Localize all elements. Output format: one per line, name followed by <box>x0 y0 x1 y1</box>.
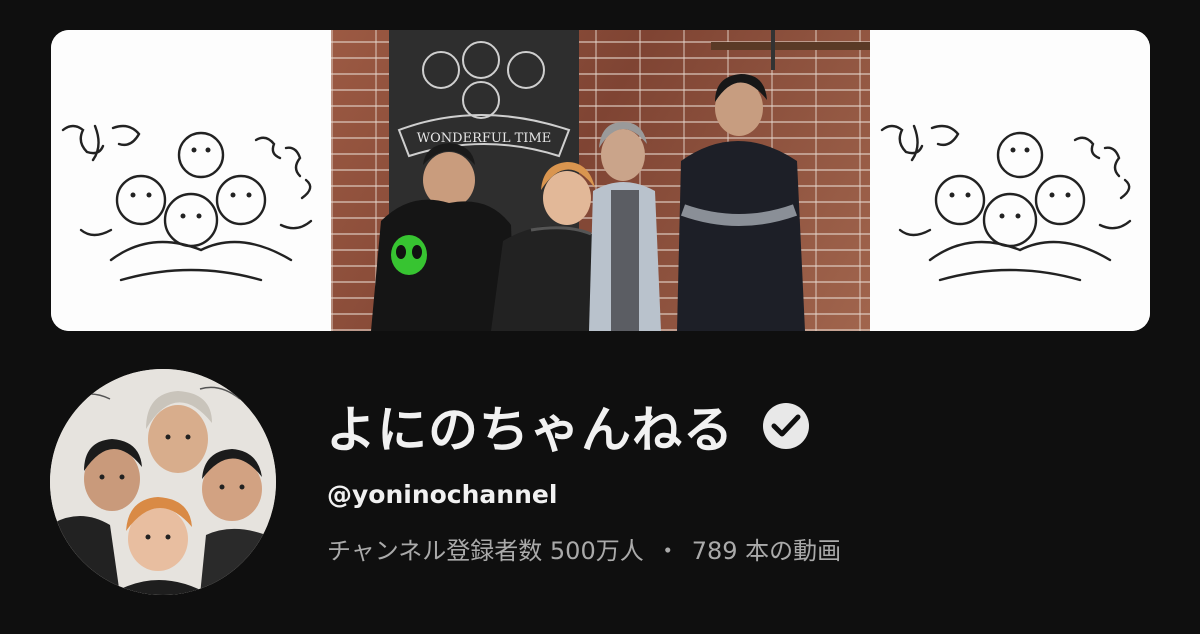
video-count: 789 本の動画 <box>691 537 842 565</box>
channel-stats: チャンネル登録者数 500万人 ・ 789 本の動画 <box>327 531 841 566</box>
verified-check-icon <box>760 400 812 452</box>
person-4 <box>677 74 805 331</box>
channel-banner: WONDERFUL TIME <box>51 30 1150 331</box>
channel-page: WONDERFUL TIME よにのちゃんねる @yoninochannel チ… <box>0 0 1200 634</box>
poster-title: WONDERFUL TIME <box>417 131 551 146</box>
banner-illustration-left <box>51 30 331 331</box>
person-3 <box>589 122 661 331</box>
channel-name[interactable]: よにのちゃんねる <box>326 390 734 462</box>
channel-handle: @yoninochannel <box>327 480 558 509</box>
subscriber-count: チャンネル登録者数 500万人 <box>327 537 644 565</box>
channel-name-row: よにのちゃんねる <box>326 391 812 461</box>
banner-illustration-right <box>870 30 1150 331</box>
banner-photo: WONDERFUL TIME <box>331 30 870 331</box>
stats-separator: ・ <box>655 537 680 565</box>
channel-avatar[interactable] <box>50 369 276 595</box>
